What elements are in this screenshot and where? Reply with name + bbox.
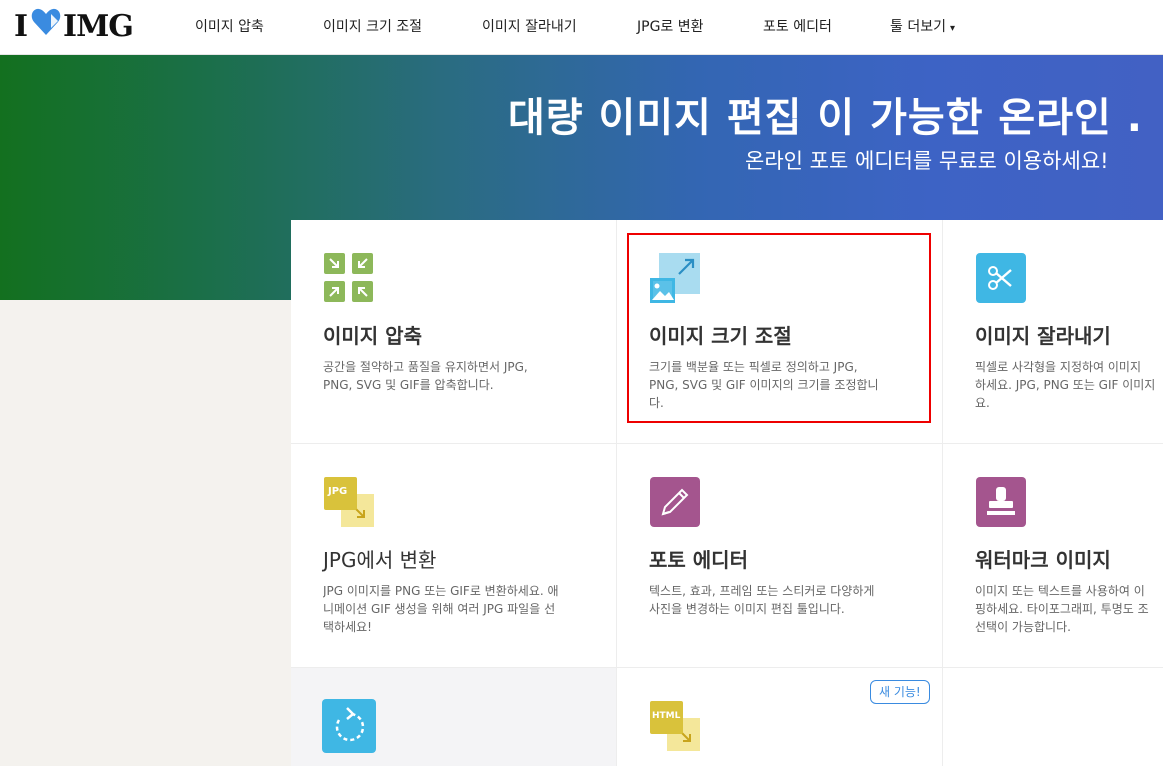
tool-card-convert-from-jpg[interactable]: JPG JPG에서 변환 JPG 이미지를 PNG 또는 GIF로 변환하세요.… [291,444,617,668]
nav-crop[interactable]: 이미지 잘라내기 [482,16,577,36]
tool-title: 이미지 잘라내기 [975,324,1111,348]
desc-line: 텍스트, 효과, 프레임 또는 스티커로 다양하게 [649,584,875,598]
desc-line: 니메이션 GIF 생성을 위해 여러 JPG 파일을 선 [323,602,556,616]
desc-line: 이미지 또는 텍스트를 사용하여 이 [975,584,1145,598]
desc-line: PNG, SVG 및 GIF를 압축합니다. [323,378,494,392]
tool-title: 워터마크 이미지 [975,548,1111,572]
tool-description: 공간을 절약하고 품질을 유지하면서 JPG, PNG, SVG 및 GIF를 … [323,358,585,394]
tool-description: JPG 이미지를 PNG 또는 GIF로 변환하세요. 애 니메이션 GIF 생… [323,582,585,636]
hero-title: 대량 이미지 편집 이 가능한 온라인 . [508,95,1143,141]
rotate-icon [321,698,376,753]
desc-line: 택하세요! [323,620,372,634]
desc-line: 선택이 가능합니다. [975,620,1071,634]
tool-title: 이미지 크기 조절 [649,324,792,348]
jpg-label: JPG [328,486,348,497]
desc-line: 요. [975,396,990,410]
hero-subtitle: 온라인 포토 에디터를 무료로 이용하세요! [745,149,1109,173]
nav-resize[interactable]: 이미지 크기 조절 [323,16,422,36]
tool-title: JPG에서 변환 [323,548,437,572]
desc-line: 핑하세요. 타이포그래피, 투명도 조 [975,602,1149,616]
desc-line: 픽셀로 사각형을 지정하여 이미지 [975,360,1142,374]
new-feature-badge: 새 기능! [870,680,930,704]
desc-line: JPG 이미지를 PNG 또는 GIF로 변환하세요. 애 [323,584,559,598]
tool-card-photo-editor[interactable]: 포토 에디터 텍스트, 효과, 프레임 또는 스티커로 다양하게 사진을 변경하… [617,444,943,668]
tool-title: 이미지 압축 [323,324,422,348]
logo-i: I [14,8,28,44]
scissors-icon [975,252,1027,304]
desc-line: 사진을 변경하는 이미지 편집 툴입니다. [649,602,845,616]
desc-line: 하세요. JPG, PNG 또는 GIF 이미지 [975,378,1156,392]
chevron-down-icon: ▾ [949,23,956,34]
tool-card-crop[interactable]: 이미지 잘라내기 픽셀로 사각형을 지정하여 이미지 하세요. JPG, PNG… [943,220,1163,444]
tool-card-compress[interactable]: 이미지 압축 공간을 절약하고 품질을 유지하면서 JPG, PNG, SVG … [291,220,617,444]
tool-card-rotate[interactable] [291,668,617,766]
top-navbar: I IMG 이미지 압축 이미지 크기 조절 이미지 잘라내기 JPG로 변환 … [0,0,1163,55]
pencil-icon [649,476,701,528]
tool-card-empty [943,668,1163,766]
nav-convert-jpg[interactable]: JPG로 변환 [637,16,704,36]
tools-grid: 이미지 압축 공간을 절약하고 품질을 유지하면서 JPG, PNG, SVG … [291,220,1163,766]
html-convert-icon: HTML [649,700,701,752]
html-label: HTML [652,711,681,721]
resize-icon [649,252,701,304]
stamp-icon [975,476,1027,528]
tool-description: 이미지 또는 텍스트를 사용하여 이 핑하세요. 타이포그래피, 투명도 조 선… [975,582,1163,636]
desc-line: 공간을 절약하고 품질을 유지하면서 JPG, [323,360,528,374]
jpg-convert-icon: JPG [323,476,375,528]
tool-description: 텍스트, 효과, 프레임 또는 스티커로 다양하게 사진을 변경하는 이미지 편… [649,582,911,618]
iloveimg-logo[interactable]: I IMG [14,8,134,44]
logo-img: IMG [63,8,134,44]
nav-more-tools[interactable]: 툴 더보기 ▾ [890,16,955,36]
heart-icon [31,8,61,44]
nav-photo-editor[interactable]: 포토 에디터 [763,16,832,36]
tool-card-resize[interactable]: 이미지 크기 조절 크기를 백분율 또는 픽셀로 정의하고 JPG, PNG, … [617,220,943,444]
tool-description: 크기를 백분율 또는 픽셀로 정의하고 JPG, PNG, SVG 및 GIF … [649,358,911,412]
tool-title: 포토 에디터 [649,548,748,572]
compress-icon [323,252,375,304]
tool-description: 픽셀로 사각형을 지정하여 이미지 하세요. JPG, PNG 또는 GIF 이… [975,358,1163,412]
desc-line: 다. [649,396,664,410]
nav-more-label: 툴 더보기 [890,19,946,35]
desc-line: PNG, SVG 및 GIF 이미지의 크기를 조정합니 [649,378,879,392]
tool-card-watermark[interactable]: 워터마크 이미지 이미지 또는 텍스트를 사용하여 이 핑하세요. 타이포그래피… [943,444,1163,668]
desc-line: 크기를 백분율 또는 픽셀로 정의하고 JPG, [649,360,858,374]
nav-compress[interactable]: 이미지 압축 [195,16,264,36]
